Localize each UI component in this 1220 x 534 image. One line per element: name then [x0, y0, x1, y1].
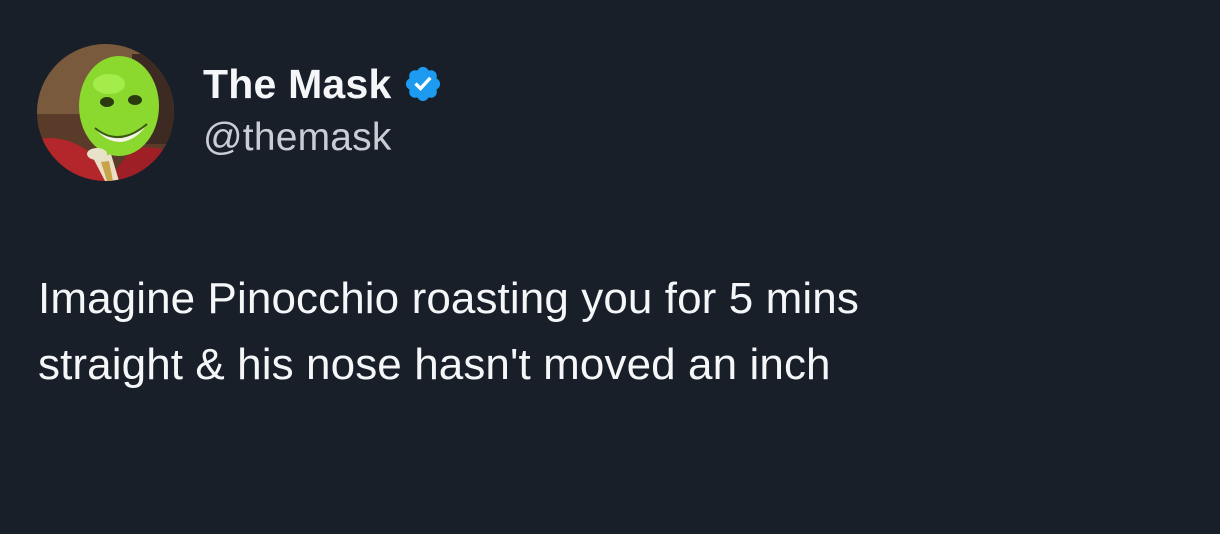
tweet-text-line: straight & his nose hasn't moved an inch [38, 340, 831, 389]
name-row: The Mask [203, 58, 443, 110]
user-handle[interactable]: @themask [203, 116, 443, 160]
the-mask-avatar-icon [37, 44, 174, 181]
tweet-text: Imagine Pinocchio roasting you for 5 min… [38, 266, 1178, 398]
tweet-header: The Mask @themask [203, 58, 443, 160]
verified-badge-icon [403, 64, 443, 104]
display-name[interactable]: The Mask [203, 61, 391, 108]
avatar[interactable] [37, 44, 174, 181]
tweet-card: The Mask @themask Imagine Pinocchio roas… [0, 0, 1220, 534]
tweet-text-line: Imagine Pinocchio roasting you for 5 min… [38, 274, 859, 323]
